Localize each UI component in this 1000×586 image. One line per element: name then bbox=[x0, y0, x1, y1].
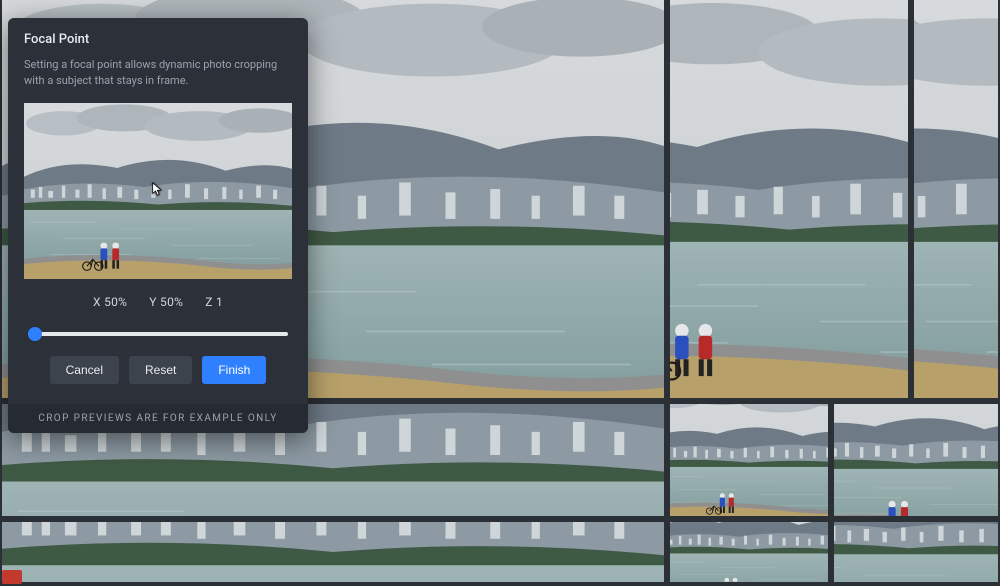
coord-z: Z 1 bbox=[205, 295, 223, 309]
focal-point-panel: Focal Point Setting a focal point allows… bbox=[8, 18, 308, 433]
coord-y: Y 50% bbox=[149, 295, 183, 309]
panel-title: Focal Point bbox=[24, 32, 292, 47]
cancel-button[interactable]: Cancel bbox=[50, 356, 119, 384]
crop-preview-tile bbox=[834, 522, 998, 582]
reset-button[interactable]: Reset bbox=[129, 356, 192, 384]
crop-preview-tile bbox=[2, 522, 664, 582]
cursor-icon bbox=[151, 182, 165, 196]
crop-preview-tile bbox=[914, 0, 998, 398]
finish-button[interactable]: Finish bbox=[202, 356, 266, 384]
focal-coordinates: X 50% Y 50% Z 1 bbox=[24, 289, 292, 311]
panel-description: Setting a focal point allows dynamic pho… bbox=[24, 57, 292, 89]
panel-footer-note: CROP PREVIEWS ARE FOR EXAMPLE ONLY bbox=[8, 404, 308, 433]
focal-point-preview[interactable] bbox=[24, 103, 292, 279]
corner-badge bbox=[2, 570, 22, 584]
zoom-slider[interactable] bbox=[28, 332, 288, 336]
crop-preview-tile bbox=[670, 404, 828, 516]
crop-preview-tile bbox=[834, 404, 998, 516]
coord-x: X 50% bbox=[93, 295, 127, 309]
crop-preview-tile bbox=[670, 522, 828, 582]
crop-preview-tile bbox=[670, 0, 908, 398]
